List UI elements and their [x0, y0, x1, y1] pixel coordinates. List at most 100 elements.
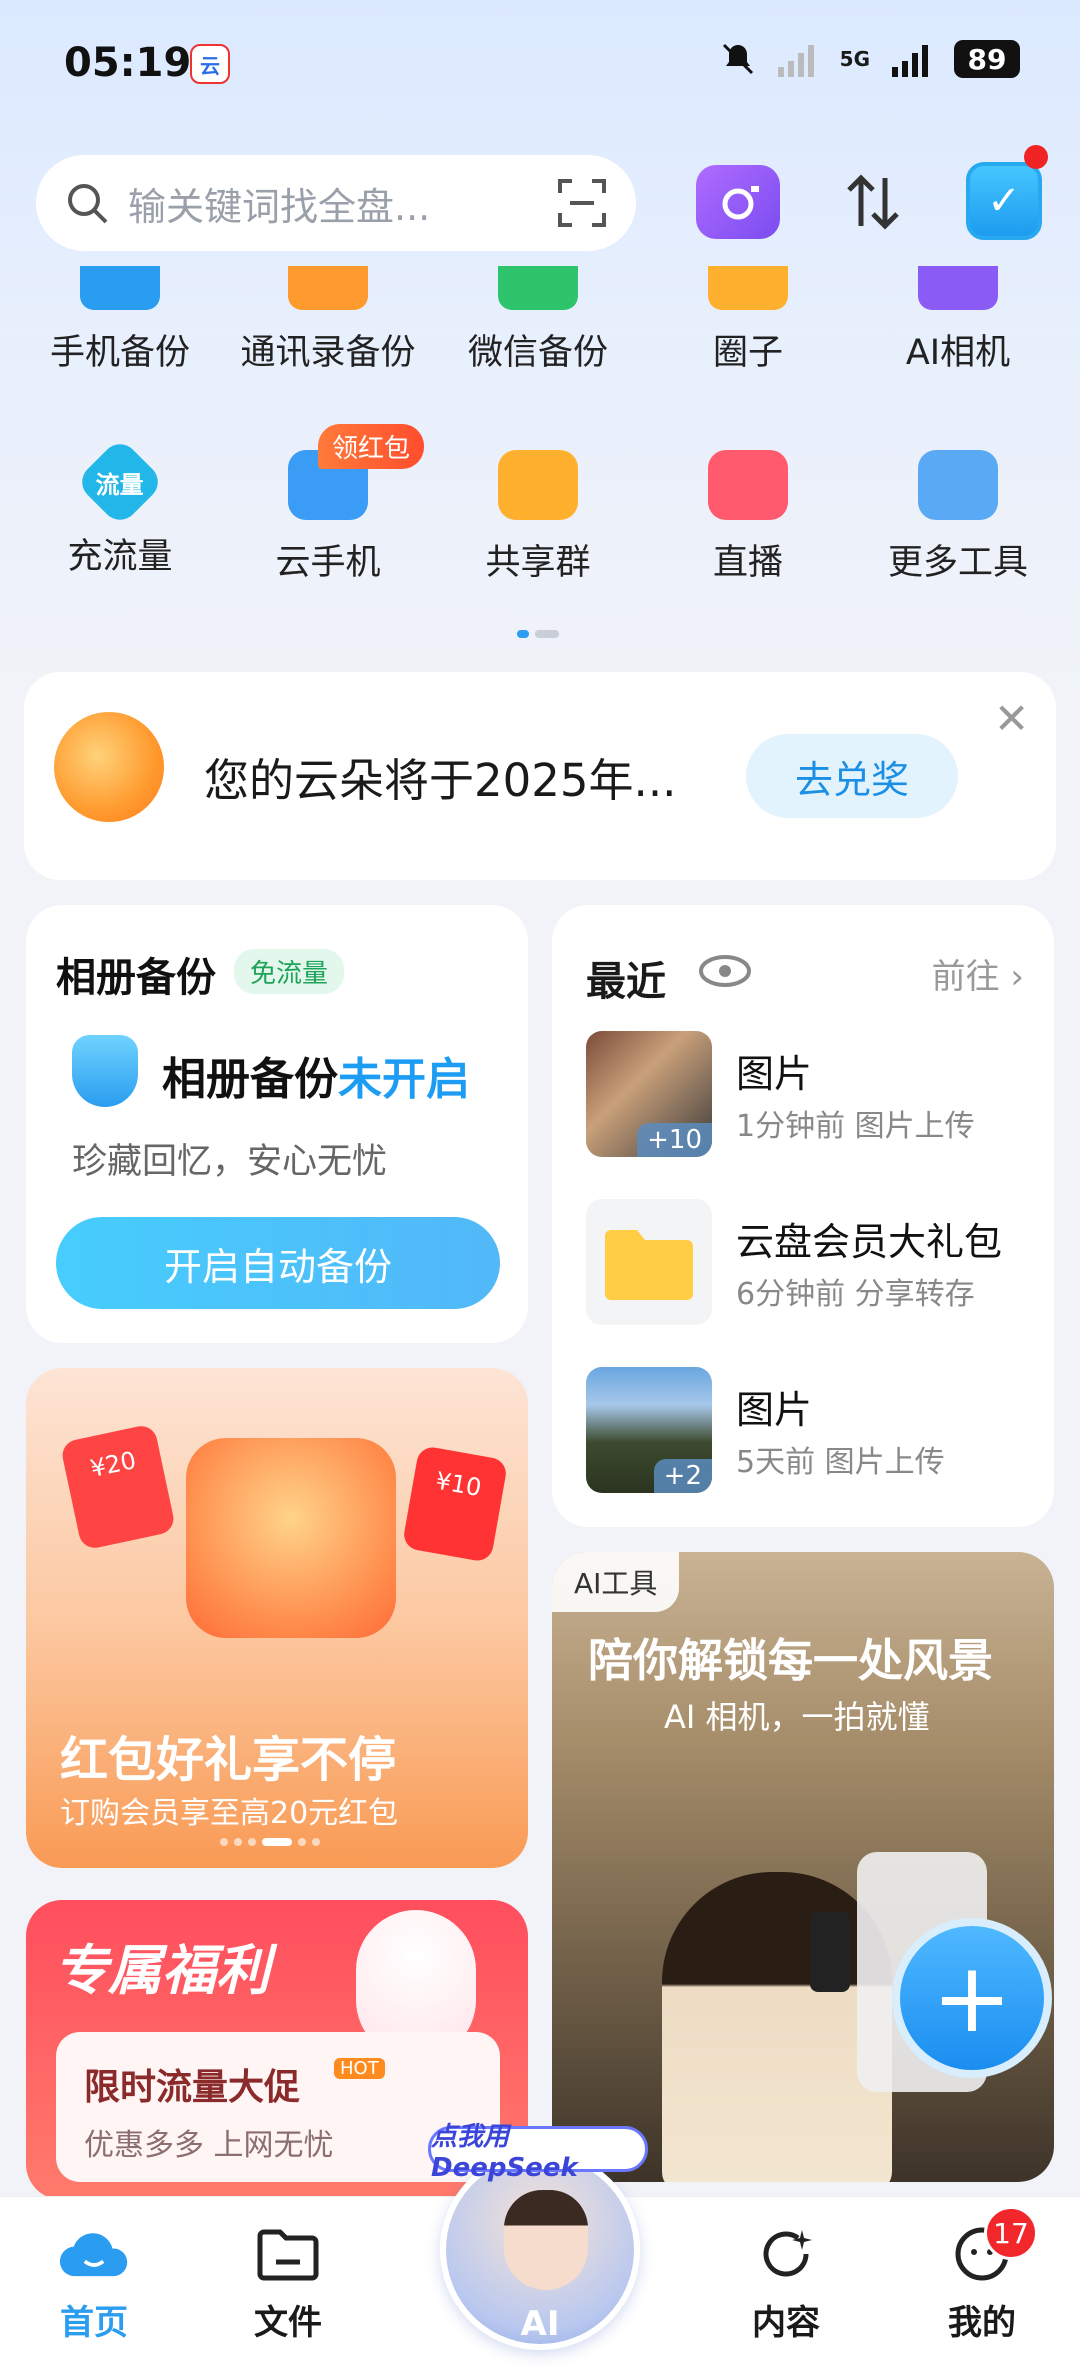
data-recharge-icon: 流量	[74, 436, 166, 528]
sign-in-icon: ✓	[987, 178, 1021, 224]
ai-camera-button[interactable]	[696, 165, 780, 239]
promo-title: 红包好礼享不停	[60, 1732, 397, 1788]
signal-2-icon	[892, 45, 928, 77]
grid-item-contacts-backup[interactable]: 通讯录备份	[228, 266, 428, 375]
folder-icon	[586, 1199, 712, 1325]
transfer-icon	[847, 174, 899, 230]
signal-1-icon	[777, 45, 814, 77]
grid-item-phone-backup[interactable]: 手机备份	[20, 266, 220, 375]
promo-page-indicator	[220, 1838, 320, 1846]
recent-item-name: 云盘会员大礼包	[736, 1220, 1003, 1264]
nav-home-label: 首页	[60, 2303, 128, 2343]
go-to-link[interactable]: 前往 ›	[932, 949, 1024, 998]
red-envelope-right: ¥10	[401, 1444, 509, 1564]
grid-item-label: 微信备份	[467, 333, 608, 373]
grid-item-label: 圈子	[712, 333, 783, 373]
grid-item-data-recharge[interactable]: 流量 充流量	[20, 436, 220, 579]
promo-subtitle: 订购会员享至高20元红包	[60, 1796, 399, 1831]
red-packet-badge: 领红包	[318, 424, 425, 469]
phone-backup-icon	[80, 266, 160, 310]
grid-item-label: 充流量	[67, 537, 173, 577]
ai-tool-card[interactable]: AI工具 陪你解锁每一处风景 AI 相机，一拍就懂	[552, 1552, 1054, 2182]
shield-icon	[72, 1035, 138, 1107]
grid-item-circle[interactable]: 圈子	[648, 266, 848, 375]
scan-icon[interactable]	[556, 177, 608, 229]
redeem-button[interactable]: 去兑奖	[746, 734, 958, 818]
recent-item-meta: 1分钟前 图片上传	[736, 1109, 975, 1144]
grid-item-label: 直播	[712, 543, 783, 583]
search-bar[interactable]: 输关键词找全盘...	[36, 155, 636, 251]
photo-count-badge: +10	[637, 1123, 712, 1157]
recent-card: 最近 前往 › +10 图片 1分钟前 图片上传 云盘会员大礼包 6分钟前 分享…	[552, 905, 1054, 1527]
network-type: 5G	[839, 47, 870, 71]
recent-item-meta: 5天前 图片上传	[736, 1445, 945, 1480]
mute-icon	[722, 43, 753, 75]
grid-item-label: 更多工具	[887, 543, 1028, 583]
battery-indicator: 89	[954, 40, 1020, 78]
nav-ai-label: AI	[520, 2304, 560, 2344]
nav-home[interactable]: 首页	[24, 2223, 164, 2344]
grid-item-share-group[interactable]: 共享群	[438, 450, 638, 585]
status-time: 05:19	[64, 40, 192, 86]
grid-item-label: 手机备份	[49, 333, 190, 373]
enable-auto-backup-button[interactable]: 开启自动备份	[56, 1217, 500, 1309]
recent-item-2[interactable]: 云盘会员大礼包 6分钟前 分享转存	[586, 1199, 1036, 1327]
mine-notification-badge: 17	[984, 2206, 1038, 2260]
nav-content[interactable]: 内容	[716, 2223, 856, 2344]
folder-nav-icon	[253, 2223, 323, 2285]
share-group-icon	[498, 450, 578, 520]
more-tools-icon	[918, 450, 998, 520]
live-icon	[708, 450, 788, 520]
add-button[interactable]: +	[892, 1918, 1052, 2078]
sign-in-button[interactable]: ✓	[966, 162, 1042, 240]
deepseek-promo-tag[interactable]: 点我用DeepSeek	[428, 2122, 648, 2183]
grid-item-label: 共享群	[485, 543, 591, 583]
photo-count-badge: +2	[653, 1459, 712, 1493]
free-data-tag: 免流量	[234, 949, 345, 994]
ai-camera-icon	[918, 266, 998, 310]
backup-status: 相册备份未开启	[162, 1054, 470, 1105]
grid-item-label: AI相机	[905, 333, 1011, 373]
ai-avatar-icon	[504, 2190, 588, 2290]
nav-files[interactable]: 文件	[218, 2223, 358, 2344]
status-icons: 5G 89	[720, 40, 1020, 78]
data-promo-headline: 限时流量大促	[84, 2067, 301, 2108]
cloud-home-icon	[59, 2223, 129, 2285]
search-input[interactable]: 输关键词找全盘...	[128, 176, 556, 231]
red-packet-promo-card[interactable]: ¥20 ¥10 红包好礼享不停 订购会员享至高20元红包	[26, 1368, 528, 1868]
recent-item-1[interactable]: +10 图片 1分钟前 图片上传	[586, 1031, 1036, 1159]
grid-item-more-tools[interactable]: 更多工具	[858, 450, 1058, 585]
benefit-title: 专属福利	[54, 1939, 270, 2002]
photo-thumbnail: +2	[586, 1367, 712, 1493]
recent-item-3[interactable]: +2 图片 5天前 图片上传	[586, 1367, 1036, 1495]
app-notification-icon: 云	[190, 44, 230, 84]
wechat-backup-icon	[498, 266, 578, 310]
backup-card-title: 相册备份	[56, 955, 216, 1001]
grid-item-ai-camera[interactable]: AI相机	[858, 266, 1058, 375]
grid-item-label: 云手机	[275, 543, 381, 583]
reward-banner[interactable]: 您的云朵将于2025年... 去兑奖 ✕	[24, 672, 1056, 880]
content-refresh-icon	[751, 2223, 821, 2285]
recent-item-name: 图片	[736, 1388, 813, 1432]
grid-item-wechat-backup[interactable]: 微信备份	[438, 266, 638, 375]
data-promo-subtitle: 优惠多多 上网无忧	[84, 2128, 334, 2163]
hot-badge: HOT	[334, 2058, 385, 2079]
gift-box-image	[186, 1438, 396, 1638]
red-envelope-left: ¥20	[59, 1423, 177, 1551]
grid-item-cloud-phone[interactable]: 云手机	[228, 450, 428, 585]
recent-item-name: 图片	[736, 1052, 813, 1096]
page-indicator	[517, 630, 559, 638]
album-backup-card[interactable]: 相册备份 免流量 相册备份未开启 珍藏回忆，安心无忧 开启自动备份	[26, 905, 528, 1343]
nav-files-label: 文件	[254, 2303, 322, 2343]
recent-item-meta: 6分钟前 分享转存	[736, 1277, 975, 1312]
backup-desc: 珍藏回忆，安心无忧	[72, 1142, 388, 1182]
grid-item-live[interactable]: 直播	[648, 450, 848, 585]
ai-card-title: 陪你解锁每一处风景	[588, 1634, 994, 1687]
ai-tool-tag: AI工具	[552, 1552, 680, 1612]
recent-title: 最近	[586, 959, 666, 1005]
transfer-button[interactable]	[836, 165, 910, 239]
circle-icon	[708, 266, 788, 310]
ai-card-subtitle: AI 相机，一拍就懂	[664, 1698, 930, 1736]
close-icon[interactable]: ✕	[994, 694, 1029, 743]
eye-icon[interactable]	[698, 953, 752, 989]
